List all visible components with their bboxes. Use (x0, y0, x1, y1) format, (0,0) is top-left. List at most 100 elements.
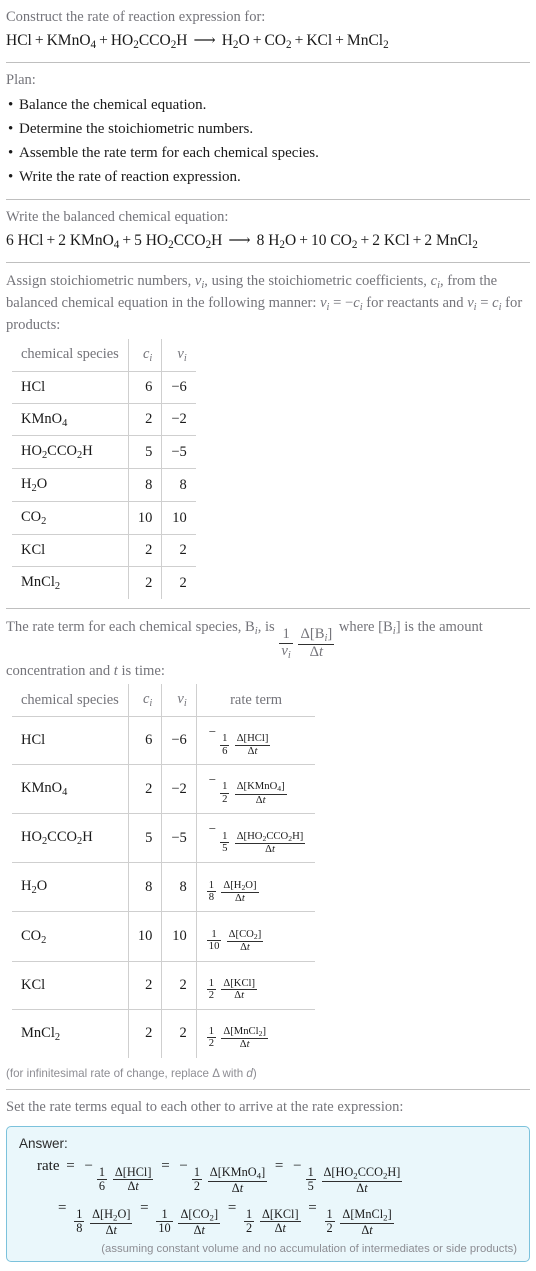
cell-species: KCl (12, 960, 129, 1010)
answer-section: Set the rate terms equal to each other t… (6, 1090, 530, 1271)
table-header-row: chemical species ci νi rate term (12, 684, 316, 718)
column-header-ci: ci (127, 338, 163, 372)
table-row: KCl 2 2 (12, 534, 196, 568)
cell-ci: 2 (127, 402, 163, 437)
balanced-section: Write the balanced chemical equation: 6 … (6, 200, 530, 262)
cell-species: MnCl2 (12, 566, 129, 600)
cell-ci: 2 (127, 764, 163, 815)
cell-nui: −2 (161, 764, 197, 815)
cell-ci: 10 (127, 501, 163, 536)
plan-step: Balance the chemical equation. (6, 93, 530, 117)
cell-nui: 2 (161, 1008, 197, 1058)
cell-ci: 2 (127, 1008, 163, 1058)
cell-rate-term: 18 Δ[H2O] Δt (195, 862, 316, 913)
table-row: CO2 10 10 1 10 Δ[CO2] Δt (12, 911, 316, 962)
cell-ci: 6 (127, 716, 163, 766)
header-equation: HCl + KMnO4 + HO2CCO2H ⟶ H2O + CO2 + KCl + MnCl2 (6, 32, 389, 52)
cell-nui: 2 (161, 566, 196, 600)
cell-rate-term: −1 6 Δ[HCl] Δt (195, 716, 316, 766)
balanced-prompt: Write the balanced chemical equation: (6, 208, 229, 225)
cell-nui: −5 (161, 435, 196, 470)
cell-ci: 8 (127, 468, 163, 503)
cell-rate-term: −1 5 Δ[HO2CCO2H] Δt (195, 813, 316, 864)
cell-species: KMnO4 (12, 764, 129, 815)
rate-term-table: chemical species ci νi rate term HCl 6 −6−… (12, 684, 316, 1058)
rateterm-paragraph: The rate term for each chemical species,… (6, 619, 483, 680)
cell-species: MnCl2 (12, 1008, 129, 1058)
cell-nui: −6 (161, 370, 196, 404)
page-root: Construct the rate of reaction expressio… (0, 0, 536, 1271)
cell-ci: 8 (127, 862, 163, 913)
table-header-row: chemical species ci νi (12, 338, 196, 372)
stoichiometric-numbers-table: chemical species ci νi HCl 6 −6 KMnO4 2 −2 HO2… (12, 338, 196, 600)
column-header-nui: νi (161, 338, 196, 372)
cell-species: CO2 (12, 501, 129, 536)
balanced-equation: 6 HCl +2 KMnO4 +5 HO2CCO2H ⟶ 8 H2O +10 CO2 +2 … (6, 231, 478, 251)
answer-line-2: = 18 Δ[H2O] Δt = 1 10 Δ[CO2] Δt = 12 Δ[KCl]… (58, 1199, 394, 1237)
cell-nui: 10 (161, 911, 197, 962)
cell-nui: 2 (161, 534, 196, 568)
cell-ci: 2 (127, 960, 163, 1010)
cell-ci: 10 (127, 911, 163, 962)
cell-nui: 2 (161, 960, 197, 1010)
table-row: KCl 2 2 1 2 Δ[KCl] Δt (12, 960, 316, 1010)
cell-ci: 6 (127, 370, 163, 404)
cell-nui: −2 (161, 402, 196, 437)
plan-step: Write the rate of reaction expression. (6, 165, 530, 189)
cell-species: KCl (12, 534, 129, 568)
cell-rate-term: −1 2 Δ[KMnO4] Δt (195, 764, 316, 815)
plan-step: Determine the stoichiometric numbers. (6, 117, 530, 141)
column-header-species: chemical species (12, 338, 129, 372)
cell-species: H2O (12, 862, 129, 913)
column-header-nui: νi (161, 684, 197, 718)
cell-nui: 8 (161, 862, 197, 913)
cell-species: HO2CCO2H (12, 435, 129, 470)
cell-ci: 2 (127, 534, 163, 568)
answer-prompt: Set the rate terms equal to each other t… (6, 1098, 404, 1115)
rateterm-footnote: (for infinitesimal rate of change, repla… (6, 1066, 257, 1080)
stoich-paragraph: Assign stoichiometric numbers, νi, using… (6, 273, 523, 334)
cell-ci: 5 (127, 813, 163, 864)
answer-label: Answer: (19, 1135, 68, 1151)
column-header-rate-term: rate term (195, 684, 316, 718)
cell-species: CO2 (12, 911, 129, 962)
cell-nui: −5 (161, 813, 197, 864)
table-row: KMnO4 2 −2 (12, 402, 196, 437)
cell-species: KMnO4 (12, 402, 129, 437)
cell-nui: 8 (161, 468, 196, 503)
column-header-ci: ci (127, 684, 163, 718)
table-row: CO2 10 10 (12, 501, 196, 536)
table-row: MnCl2 2 2 (12, 566, 196, 600)
table-row: H2O 8 8 (12, 468, 196, 503)
plan-title: Plan: (6, 72, 36, 89)
cell-ci: 2 (127, 566, 163, 600)
cell-species: H2O (12, 468, 129, 503)
cell-nui: 10 (161, 501, 196, 536)
column-header-species: chemical species (12, 684, 129, 718)
answer-expression: rate = −1 6 Δ[HCl] Δt = −1 2 Δ[KMnO4] Δt = −… (17, 1153, 519, 1237)
answer-box: Answer: rate = −1 6 Δ[HCl] Δt = −1 2 Δ[KMnO… (6, 1125, 530, 1263)
table-row: MnCl2 2 2 1 2 Δ[MnCl2] Δt (12, 1008, 316, 1058)
plan-list: Balance the chemical equation.Determine … (6, 93, 530, 190)
table-row: HCl 6 −6 (12, 370, 196, 404)
cell-rate-term: 12 Δ[KCl] Δt (195, 960, 316, 1010)
cell-species: HCl (12, 716, 129, 766)
plan-section: Plan: Balance the chemical equation.Dete… (6, 63, 530, 198)
cell-rate-term: 1 10 Δ[CO2] Δt (195, 911, 316, 962)
header-prompt: Construct the rate of reaction expressio… (6, 9, 266, 25)
cell-nui: −6 (161, 716, 197, 766)
table-row: HO2CCO2H 5 −5 (12, 435, 196, 470)
plan-step: Assemble the rate term for each chemical… (6, 141, 530, 165)
stoich-section: Assign stoichiometric numbers, νi, using… (6, 263, 530, 608)
cell-species: HCl (12, 370, 129, 404)
rateterm-section: The rate term for each chemical species,… (6, 609, 530, 1088)
cell-rate-term: 12 Δ[MnCl2] Δt (195, 1008, 316, 1058)
table-row: H2O 8 8 1 8 Δ[H2O] Δt (12, 862, 316, 913)
table-row: KMnO4 2 −2−1 2 Δ[KMnO4] Δt (12, 764, 316, 815)
answer-note: (assuming constant volume and no accumul… (101, 1243, 517, 1256)
answer-line-1: rate = −1 6 Δ[HCl] Δt = −1 2 Δ[KMnO4] Δt = −… (37, 1157, 403, 1195)
table-row: HO2CCO2H 5 −5−1 5 Δ[HO2CCO2H] Δt (12, 813, 316, 864)
cell-species: HO2CCO2H (12, 813, 129, 864)
cell-ci: 5 (127, 435, 163, 470)
header-section: Construct the rate of reaction expressio… (6, 0, 530, 62)
